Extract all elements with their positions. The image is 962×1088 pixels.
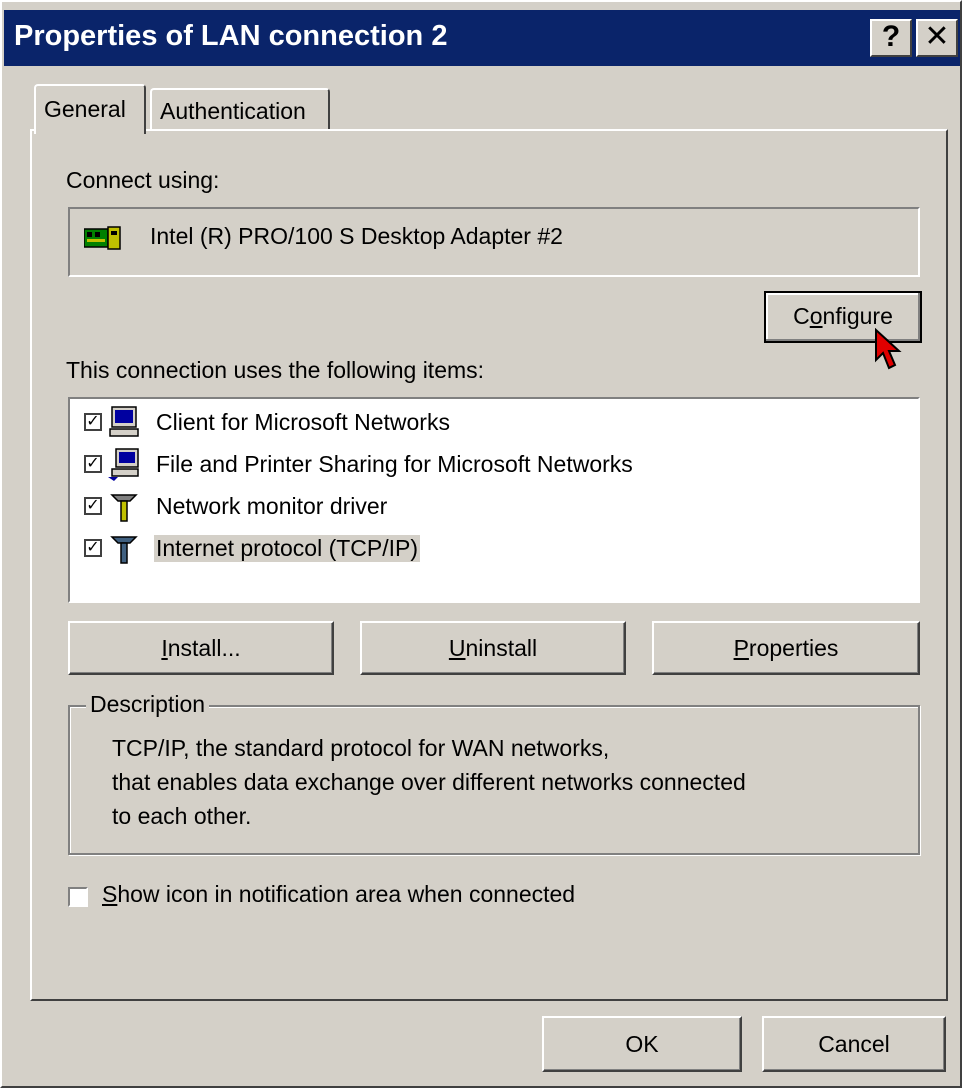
- ok-button[interactable]: OK: [542, 1016, 742, 1072]
- adapter-field: Intel (R) PRO/100 S Desktop Adapter #2: [68, 207, 920, 277]
- description-group: Description TCP/IP, the standard protoco…: [68, 691, 920, 855]
- adapter-name: Intel (R) PRO/100 S Desktop Adapter #2: [150, 223, 563, 249]
- properties-label-post: roperties: [748, 635, 839, 661]
- configure-label-pre: C: [793, 303, 810, 329]
- item-label: File and Printer Sharing for Microsoft N…: [156, 451, 633, 477]
- items-list[interactable]: ✓ Client for Microsoft Networks ✓ File a…: [68, 397, 920, 603]
- description-line: TCP/IP, the standard protocol for WAN ne…: [112, 735, 610, 761]
- description-line: that enables data exchange over differen…: [112, 769, 746, 795]
- mouse-cursor-icon: [875, 328, 902, 370]
- uninstall-label-accel: U: [448, 635, 466, 661]
- network-protocol-icon: [110, 494, 138, 522]
- uninstall-label-post: ninstall: [465, 635, 538, 661]
- uninstall-button[interactable]: Uninstall: [360, 621, 626, 675]
- description-line: to each other.: [112, 803, 252, 829]
- help-button[interactable]: ?: [870, 19, 912, 57]
- list-item[interactable]: ✓ Network monitor driver: [78, 487, 778, 527]
- cancel-button[interactable]: Cancel: [762, 1016, 946, 1072]
- items-label: This connection uses the following items…: [66, 357, 485, 383]
- list-item[interactable]: ✓ Internet protocol (TCP/IP): [78, 529, 778, 569]
- general-tab-panel: Connect using: Intel (R) PRO/100 S Deskt…: [30, 129, 948, 1001]
- configure-label-post: nfigure: [822, 303, 893, 329]
- notify-label[interactable]: Show icon in notification area when conn…: [102, 881, 575, 908]
- item-label: Client for Microsoft Networks: [156, 409, 450, 435]
- install-button[interactable]: Install...: [68, 621, 334, 675]
- item-label: Internet protocol (TCP/IP): [154, 535, 421, 562]
- properties-dialog: Properties of LAN connection 2 ? ✕ Gener…: [0, 0, 962, 1088]
- notify-checkbox[interactable]: [68, 887, 88, 907]
- title-bar[interactable]: Properties of LAN connection 2 ? ✕: [4, 10, 960, 66]
- computer-share-icon: [108, 448, 139, 481]
- checkbox[interactable]: ✓: [84, 497, 102, 515]
- properties-button[interactable]: Properties: [652, 621, 920, 675]
- computer-icon: [109, 406, 139, 437]
- tab-authentication[interactable]: Authentication: [150, 88, 330, 130]
- window-title: Properties of LAN connection 2: [14, 20, 448, 52]
- item-label: Network monitor driver: [156, 493, 388, 519]
- checkbox[interactable]: ✓: [84, 413, 102, 431]
- properties-label-accel: P: [733, 635, 749, 661]
- checkbox[interactable]: ✓: [84, 539, 102, 557]
- notify-label-accel: S: [102, 881, 118, 907]
- notify-label-post: how icon in notification area when conne…: [117, 881, 576, 907]
- checkbox[interactable]: ✓: [84, 455, 102, 473]
- install-label-post: nstall...: [167, 635, 241, 661]
- network-protocol-icon: [110, 536, 138, 564]
- connect-using-label: Connect using:: [66, 167, 220, 193]
- description-legend: Description: [86, 691, 210, 718]
- list-item[interactable]: ✓ File and Printer Sharing for Microsoft…: [78, 445, 778, 485]
- tab-general[interactable]: General: [34, 84, 146, 134]
- close-button[interactable]: ✕: [916, 19, 958, 57]
- network-adapter-icon: [84, 226, 121, 250]
- configure-label-accel: o: [809, 303, 823, 329]
- list-item[interactable]: ✓ Client for Microsoft Networks: [78, 403, 778, 443]
